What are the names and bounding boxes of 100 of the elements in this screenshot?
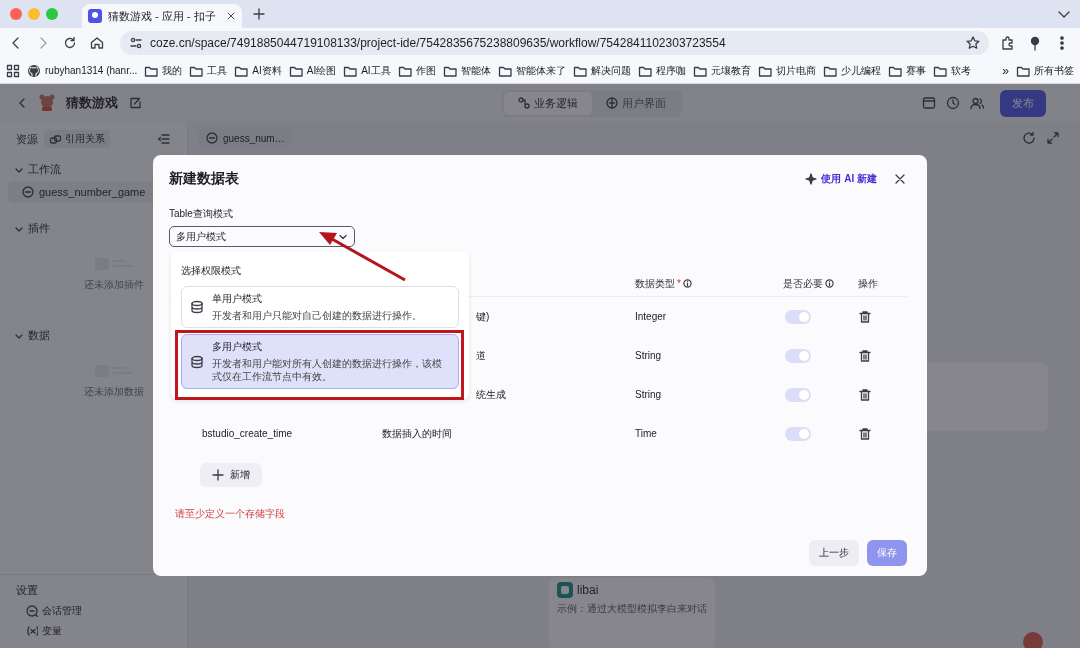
github-icon (27, 63, 41, 78)
mode-option[interactable]: 多用户模式 开发者和用户能对所有人创建的数据进行操作，该模式仅在工作流节点中有效。 (181, 334, 459, 389)
node-description: 示例：通过大模型模拟李白来对话 (557, 602, 707, 616)
bookmark[interactable]: AI工具 (343, 63, 391, 78)
node-title: libai (577, 583, 599, 597)
apps-icon[interactable] (6, 63, 20, 78)
view-tab[interactable]: 业务逻辑 (504, 91, 592, 115)
bookmark[interactable]: 作图 (397, 63, 436, 78)
bookmark[interactable]: 智能体来了 (497, 63, 566, 78)
bookmark[interactable]: 工具 (189, 63, 228, 78)
data-type: String (635, 350, 663, 361)
mode-select[interactable]: 多用户模式 (169, 226, 355, 247)
close-icon[interactable] (226, 11, 236, 21)
section-header[interactable]: 数据 (8, 320, 179, 347)
column-header: 操作 (858, 276, 878, 291)
required-toggle[interactable] (785, 348, 811, 363)
workflow-node[interactable]: libai 示例：通过大模型模拟李白来对话 (549, 578, 715, 648)
bookmark[interactable]: 切片电商 (757, 63, 816, 78)
url-text: coze.cn/space/7491885044719108133/project-ide/7542835675238809635/workflow/7542841102303723554 (150, 36, 726, 50)
new-tab-icon[interactable] (252, 7, 266, 21)
workflow-icon (206, 132, 218, 144)
field-description: 数据插入的时间 (382, 427, 452, 439)
bookmark[interactable]: 软考 (932, 63, 971, 78)
mode-option[interactable]: 单用户模式 开发者和用户只能对自己创建的数据进行操作。 (181, 286, 459, 328)
reload-icon[interactable] (62, 35, 78, 51)
fullscreen-icon[interactable] (1046, 131, 1060, 145)
address-field[interactable]: coze.cn/space/7491885044719108133/project-ide/7542835675238809635/workflow/7542841102303723554 (120, 31, 989, 55)
required-mark: * (677, 278, 681, 289)
bookmark[interactable]: 智能体 (442, 63, 491, 78)
error-message: 请至少定义一个存储字段 (174, 507, 286, 521)
node-icon (557, 582, 573, 598)
delete-icon[interactable] (858, 309, 872, 324)
data-type: String (635, 389, 663, 400)
workflow-icon (22, 186, 34, 198)
delete-icon[interactable] (858, 387, 872, 402)
settings-item[interactable]: 变量 (16, 624, 171, 638)
menu-heading: 选择权限模式 (181, 264, 242, 278)
option-title: 单用户模式 (212, 292, 263, 306)
field-description: 道 (476, 349, 486, 361)
required-toggle[interactable] (785, 426, 811, 441)
sparkle-icon (805, 173, 818, 185)
ai-create-link[interactable]: 使用 AI 新建 (805, 172, 877, 186)
option-description: 开发者和用户只能对自己创建的数据进行操作。 (212, 309, 422, 322)
column-header: 是否必要 (783, 276, 823, 291)
project-title: 猜数游戏 (66, 94, 118, 112)
bookmark-star-icon[interactable] (965, 35, 981, 51)
flow-icon (518, 97, 530, 109)
app-logo-icon (88, 9, 102, 23)
bookmark[interactable]: 所有书签 (1016, 63, 1074, 78)
field-description: 键) (476, 310, 490, 322)
home-icon[interactable] (89, 35, 105, 51)
mascot-icon (38, 94, 56, 112)
collapse-icon[interactable] (157, 132, 171, 146)
team-icon[interactable] (970, 96, 984, 110)
link-icon (49, 133, 62, 145)
plus-icon (212, 469, 224, 481)
option-description: 开发者和用户能对所有人创建的数据进行操作，该模式仅在工作流节点中有效。 (212, 357, 443, 383)
data-type: Integer (635, 311, 668, 322)
bookmark[interactable]: 解决问题 (572, 63, 631, 78)
database-icon (190, 354, 204, 369)
database-icon (190, 300, 204, 314)
settings-item[interactable]: 会话管理 (16, 604, 171, 618)
bookmark[interactable]: 元壤教育 (692, 63, 751, 78)
chat-icon (26, 605, 38, 617)
bookmark[interactable]: 少儿编程 (822, 63, 881, 78)
field-description: 统生成 (476, 388, 506, 400)
required-toggle[interactable] (785, 309, 811, 324)
globe-icon (606, 97, 618, 109)
site-settings-icon (128, 35, 144, 51)
settings-heading: 设置 (16, 583, 39, 598)
bookmark[interactable]: 我的 (144, 63, 183, 78)
browser-tab[interactable]: 猜数游戏 - 应用 - 扣子 (82, 4, 242, 28)
field-name: bstudio_create_time (202, 428, 294, 439)
bookmark[interactable]: 赛事 (887, 63, 926, 78)
close-icon[interactable] (893, 172, 907, 186)
option-title: 多用户模式 (212, 340, 263, 354)
bookmark[interactable]: AI资料 (234, 63, 282, 78)
back-button[interactable]: 上一步 (809, 540, 859, 566)
edit-icon[interactable] (128, 96, 142, 110)
bookmark[interactable]: AI绘图 (288, 63, 337, 78)
bookmark[interactable]: rubyhan1314 (hanr... (27, 63, 138, 78)
delete-icon[interactable] (858, 426, 872, 441)
references-button[interactable]: 引用关系 (44, 130, 110, 148)
avatar[interactable] (1023, 632, 1043, 648)
delete-icon[interactable] (858, 348, 872, 363)
field-label: Table查询模式 (169, 207, 234, 221)
column-header: 数据类型 (635, 276, 675, 291)
bookmark[interactable]: 程序咖 (637, 63, 686, 78)
close-window-button[interactable] (10, 8, 22, 20)
refresh-icon[interactable] (1022, 131, 1036, 145)
tab-title: 猜数游戏 - 应用 - 扣子 (108, 8, 217, 24)
history-icon[interactable] (946, 96, 960, 110)
extensions-icon[interactable] (1000, 35, 1016, 51)
variable-icon (26, 625, 38, 637)
required-toggle[interactable] (785, 387, 811, 402)
add-button[interactable]: 新增 (200, 463, 262, 487)
sidebar-heading: 资源 (16, 131, 38, 147)
data-type: Time (635, 428, 658, 439)
panel-icon[interactable] (922, 96, 936, 110)
overflow-button[interactable]: » (1002, 63, 1009, 78)
